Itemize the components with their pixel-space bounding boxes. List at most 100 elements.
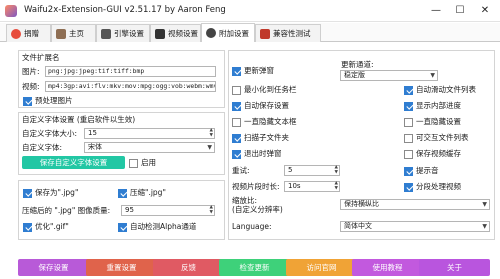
auto-scroll-list-checkbox[interactable]: 自动滑动文件列表 [404,85,476,95]
checkbox-label: 优化".gif" [35,222,69,231]
checkbox-box [404,117,413,127]
spin-arrows-icon[interactable]: ▲ ▼ [210,205,213,215]
tab-additional-settings[interactable]: 附加设置 [201,23,255,42]
image-ext-label: 图片: [22,67,40,76]
segment-video-checkbox[interactable]: 分段处理视频 [404,182,461,192]
jpg-quality-spinbox[interactable]: 95 ▲ ▼ [121,205,215,216]
segment-duration-spinbox[interactable]: 10s ▲ ▼ [284,181,340,192]
video-ext-label: 视频: [22,82,40,91]
checkbox-box [404,182,413,192]
minimize-icon[interactable]: — [428,3,444,19]
visit-website-button[interactable]: 访问官网 [286,259,357,276]
checkbox-box [404,133,413,143]
chevron-down-icon: ▼ [430,72,435,79]
checkbox-box [129,158,138,168]
hide-settings-checkbox[interactable]: 一直隐藏设置 [404,117,461,127]
checkbox-box [232,133,241,143]
tab-video-settings[interactable]: 视频设置 [150,24,201,42]
about-button[interactable]: 关于 [419,259,490,276]
exit-popup-checkbox[interactable]: 退出时弹窗 [232,149,282,159]
maximize-icon[interactable]: ☐ [452,3,468,19]
checkbox-label: 压缩".jpg" [130,188,166,197]
tutorial-button[interactable]: 使用教程 [352,259,423,276]
checkbox-box [23,188,32,198]
chevron-down-icon: ▼ [482,201,487,208]
font-size-spinbox[interactable]: 15 ▲ ▼ [84,128,215,139]
optimize-gif-checkbox[interactable]: 优化".gif" [23,222,69,232]
feedback-button[interactable]: 反馈 [153,259,224,276]
tab-label: 捐赠 [24,29,39,38]
spin-arrows-icon[interactable]: ▲ ▼ [335,181,338,191]
image-ext-input[interactable]: png:jpg:jpeg:tif:tiff:bmp [45,66,216,77]
checkbox-box [23,96,32,106]
checkbox-label: 可交互文件列表 [416,133,469,142]
language-combobox[interactable]: 简体中文 ▼ [340,221,490,232]
home-icon [56,28,66,39]
retry-label: 重试: [232,166,250,175]
checkbox-label: 一直隐藏文本框 [244,117,297,126]
video-ext-input[interactable]: mp4:3gp:avi:flv:mkv:mov:mpg:ogg:vob:webm… [45,81,216,92]
notify-sound-checkbox[interactable]: 提示音 [404,166,439,176]
spin-arrows-icon[interactable]: ▲ ▼ [210,128,213,138]
update-channel-combobox[interactable]: 稳定版 ▼ [340,70,438,81]
close-icon[interactable]: ✕ [477,3,493,19]
font-family-combobox[interactable]: 宋体 ▼ [84,142,215,153]
checkbox-label: 提示音 [416,166,439,175]
jpg-quality-label: 压缩后的 ".jpg" 图像质量: [22,206,111,215]
tab-donate[interactable]: 捐赠 [6,24,51,42]
tab-compat-test[interactable]: 兼容性测试 [255,24,321,42]
scan-subfolder-checkbox[interactable]: 扫描子文件夹 [232,133,289,143]
checkbox-box [404,149,413,159]
detect-alpha-checkbox[interactable]: 自动检测Alpha通道 [118,222,196,232]
settings-icon [206,28,216,38]
autosave-settings-checkbox[interactable]: 自动保存设置 [232,101,289,111]
show-progress-checkbox[interactable]: 显示内部进度 [404,101,461,111]
reset-settings-button[interactable]: 重置设置 [86,259,157,276]
checkbox-label: 退出时弹窗 [244,149,282,158]
checkbox-box [404,101,413,111]
predecode-checkbox[interactable]: 预处理图片 [23,96,73,106]
language-label: Language: [232,222,272,231]
tab-bar: 捐赠 主页 引擎设置 视频设置 附加设置 兼容性测试 [0,23,500,42]
tab-label: 引擎设置 [114,29,144,38]
checkbox-label: 自动滑动文件列表 [416,85,476,94]
checkbox-box [232,66,241,76]
minimize-to-tray-checkbox[interactable]: 最小化到任务栏 [232,85,297,95]
checkbox-label: 一直隐藏设置 [416,117,461,126]
chevron-down-icon: ▼ [207,144,212,151]
tab-home[interactable]: 主页 [51,24,96,42]
check-update-button[interactable]: 检查更新 [219,259,290,276]
interactive-list-checkbox[interactable]: 可交互文件列表 [404,133,469,143]
aspect-ratio-combobox[interactable]: 保持横纵比 ▼ [340,199,490,210]
update-channel-label: 更新通道: [341,60,374,69]
update-popup-checkbox[interactable]: 更新弹窗 [232,66,274,76]
tab-engine-settings[interactable]: 引擎设置 [96,24,150,42]
compress-jpg-checkbox[interactable]: 压缩".jpg" [118,188,166,198]
checkbox-box [232,117,241,127]
font-family-value: 宋体 [88,143,102,151]
tab-label: 兼容性测试 [273,29,311,38]
retry-spinbox[interactable]: 5 ▲ ▼ [284,165,340,176]
engine-icon [101,28,111,39]
tab-label: 视频设置 [168,29,198,38]
font-size-value: 15 [88,129,97,137]
checkbox-label: 显示内部进度 [416,101,461,110]
file-ext-title: 文件扩展名 [22,53,60,62]
checkbox-label: 扫描子文件夹 [244,133,289,142]
save-settings-button[interactable]: 保存设置 [18,259,89,276]
hide-textbox-checkbox[interactable]: 一直隐藏文本框 [232,117,297,127]
checkbox-box [23,222,32,232]
spin-arrows-icon[interactable]: ▲ ▼ [335,165,338,175]
enable-font-checkbox[interactable]: 启用 [129,158,156,168]
segment-duration-value: 10s [288,182,301,190]
save-video-cache-checkbox[interactable]: 保存视频缓存 [404,149,461,159]
save-font-button[interactable]: 保存自定义字体设置 [22,156,125,169]
window-title: Waifu2x-Extension-GUI v2.51.17 by Aaron … [24,5,226,15]
checkbox-label: 保存视频缓存 [416,149,461,158]
checkbox-box [232,85,241,95]
retry-value: 5 [288,166,293,174]
save-as-jpg-checkbox[interactable]: 保存为".jpg" [23,188,78,198]
checkbox-box [118,222,127,232]
checkbox-box [232,149,241,159]
checkbox-label: 保存为".jpg" [35,188,79,197]
